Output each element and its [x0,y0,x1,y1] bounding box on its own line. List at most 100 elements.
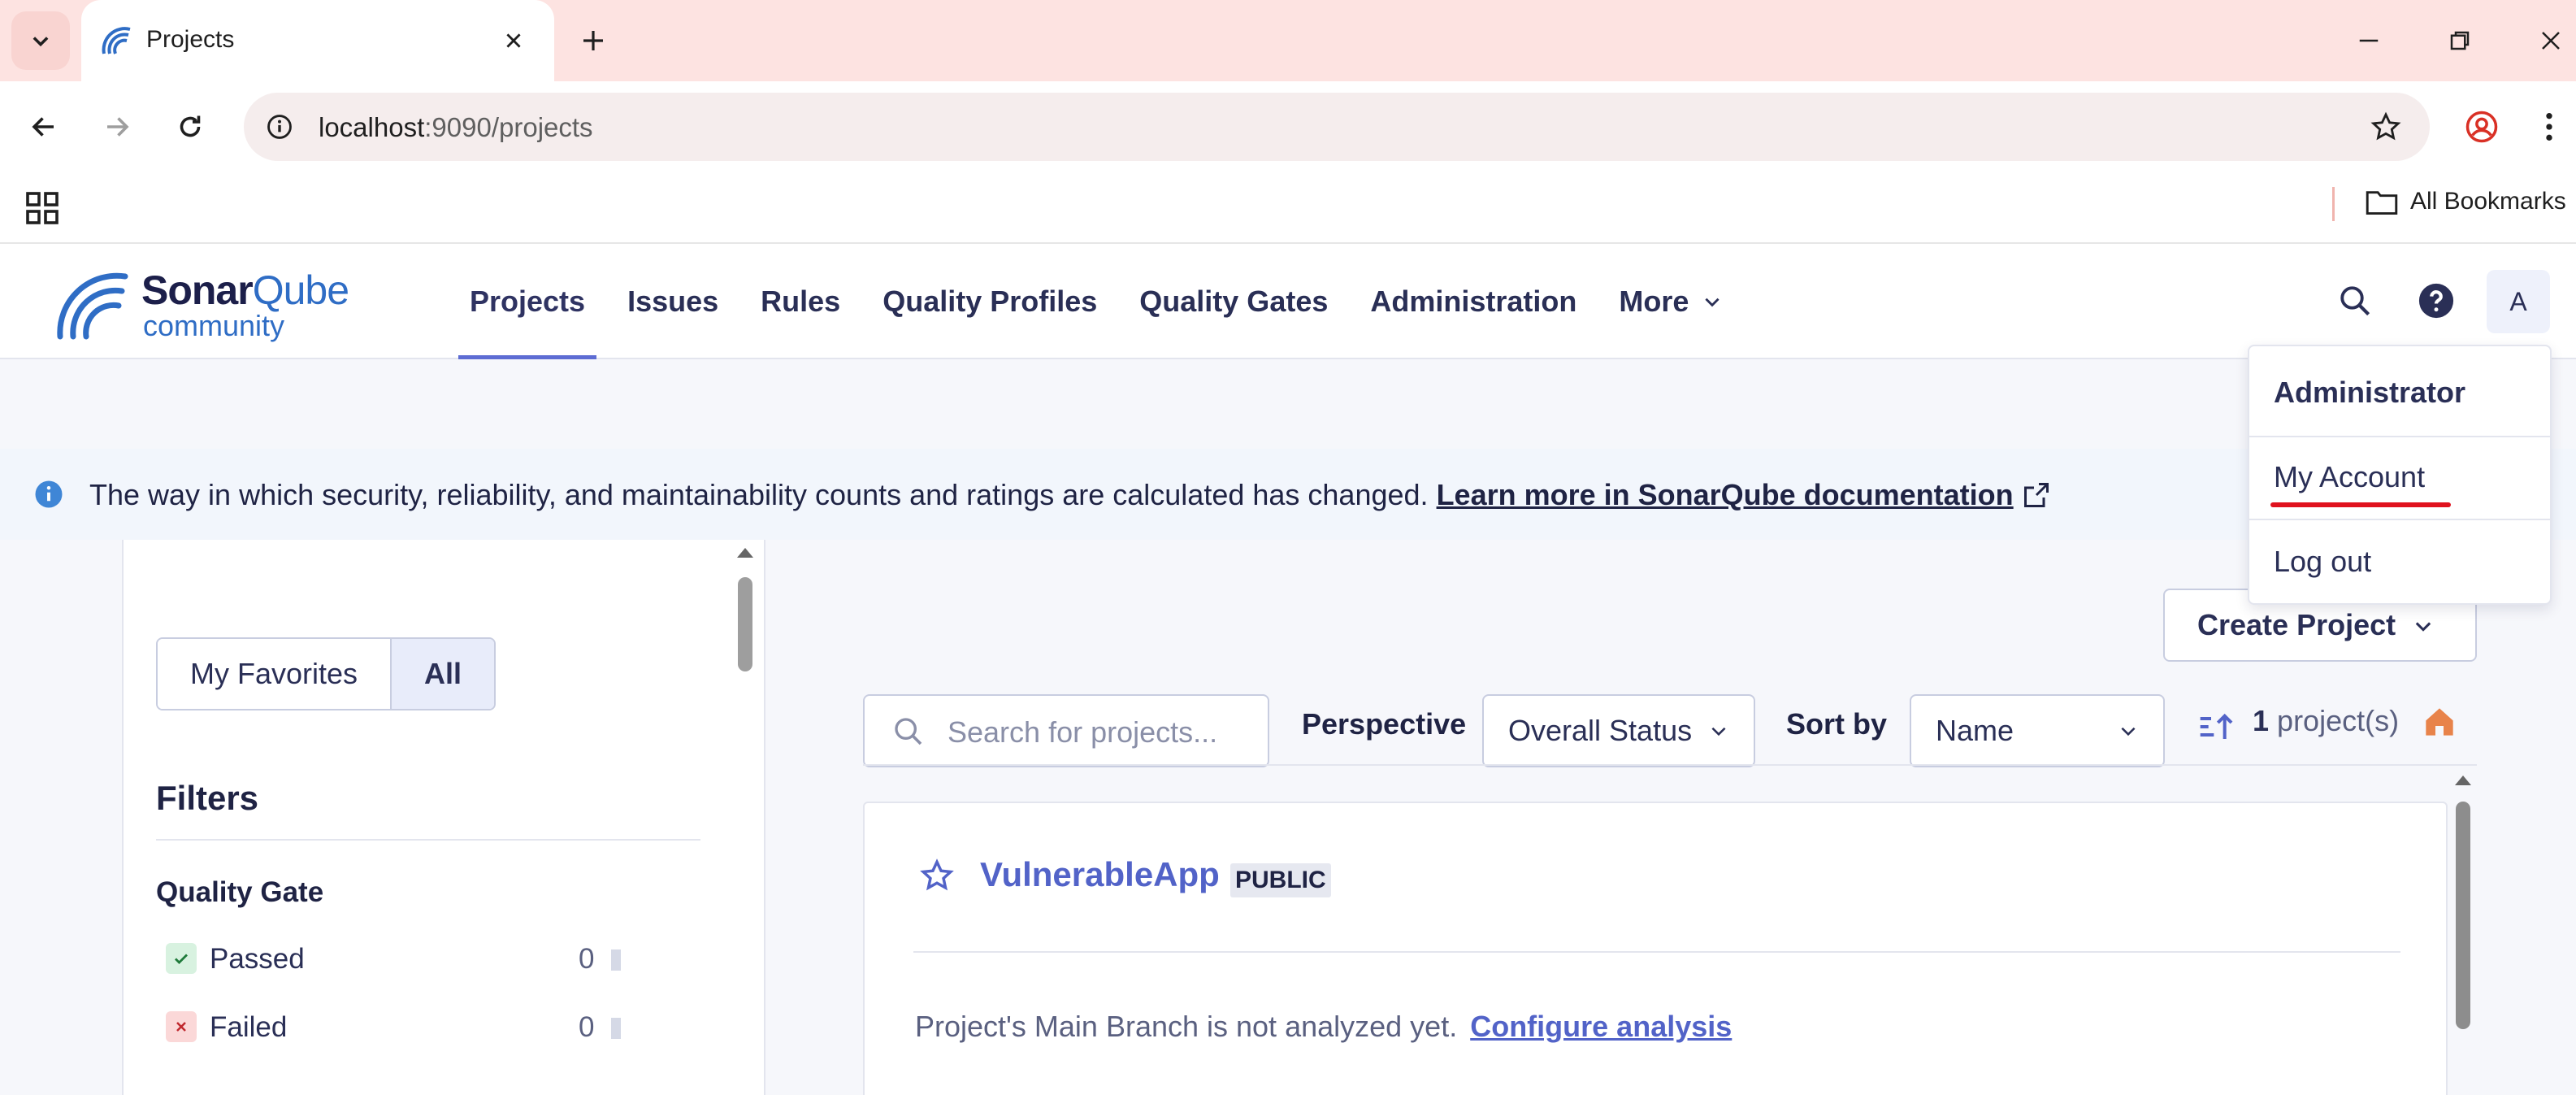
configure-analysis-link[interactable]: Configure analysis [1470,1010,1732,1043]
favorite-star-icon[interactable] [920,858,954,893]
nav-projects[interactable]: Projects [455,246,600,359]
arrow-left-icon [32,117,54,137]
info-icon [35,480,63,508]
sort-ascending-icon[interactable] [2197,710,2233,743]
address-bar[interactable]: localhost:9090/projects [244,93,2430,161]
avatar-initial: A [2509,286,2527,316]
filters-heading: Filters [156,779,259,817]
nav-more[interactable]: More [1604,246,1737,358]
new-tab-button[interactable] [569,20,618,62]
reload-button[interactable] [164,101,216,153]
close-tab-button[interactable] [492,20,535,62]
filter-label: Failed [210,1011,288,1043]
close-icon [506,33,521,48]
apps-grid-icon[interactable] [23,189,62,228]
check-icon [166,943,197,974]
url-text[interactable]: localhost:9090/projects [319,112,593,143]
user-avatar-button[interactable]: A [2487,270,2550,333]
bookmarks-bar: All Bookmarks [0,172,2576,244]
perspective-label: Perspective [1302,707,1467,741]
scrollbar-thumb[interactable] [738,577,752,671]
banner-message: The way in which security, reliability, … [89,478,2051,512]
chevron-down-icon [2415,622,2431,632]
project-name-link[interactable]: VulnerableApp [980,855,1220,894]
scroll-up-arrow-icon[interactable] [2455,776,2471,785]
sort-by-label: Sort by [1786,707,1888,741]
highlight-underline [2270,502,2451,507]
nav-administration[interactable]: Administration [1355,246,1591,358]
divider [2249,519,2550,520]
forward-button[interactable] [91,101,143,153]
chevron-down-icon [1705,298,1720,307]
sonarqube-logo[interactable]: SonarQube community [54,262,395,343]
perspective-value: Overall Status [1508,714,1693,747]
my-favorites-option[interactable]: My Favorites [158,639,391,709]
search-button[interactable] [2324,270,2386,332]
main-scrollbar[interactable] [2451,776,2475,1095]
cross-icon [166,1011,197,1042]
nav-label: Issues [627,285,719,318]
bookmarks-separator [2332,187,2335,221]
chevron-down-icon [33,37,49,47]
divider [863,764,2477,766]
url-path: :9090/projects [424,112,593,142]
brand-name: SonarQube [141,267,349,314]
profile-button[interactable] [2456,101,2508,153]
my-account-menu-item[interactable]: My Account [2274,460,2425,494]
scrollbar-thumb[interactable] [2456,802,2470,1029]
project-status-message: Project's Main Branch is not analyzed ye… [915,1010,1732,1044]
banner-text: The way in which security, reliability, … [89,478,1429,511]
app-header: SonarQube community Projects Issues Rule… [0,246,2576,359]
quality-gate-filter-passed[interactable]: Passed 0 [166,938,637,979]
sort-by-select[interactable]: Name [1910,694,2165,767]
help-button[interactable] [2405,270,2467,332]
chevron-down-icon [2121,727,2136,737]
nav-label: More [1619,285,1689,318]
tab-search-dropdown[interactable] [11,11,70,70]
search-placeholder: Search for projects... [948,715,1218,749]
nav-quality-profiles[interactable]: Quality Profiles [868,246,1112,358]
bookmark-star-button[interactable] [2366,107,2405,146]
minimize-button[interactable] [2340,16,2397,65]
back-button[interactable] [18,101,70,153]
log-out-menu-item[interactable]: Log out [2274,545,2371,579]
search-icon [2340,286,2370,316]
restore-button[interactable] [2431,16,2488,65]
kebab-menu-icon [2546,113,2552,141]
folder-icon [2366,191,2398,215]
profile-icon [2465,111,2498,143]
info-banner: The way in which security, reliability, … [0,449,2576,540]
all-bookmarks-button[interactable]: All Bookmarks [2365,187,2566,216]
divider [913,951,2400,953]
account-dropdown-menu: Administrator My Account Log out [2248,345,2552,605]
filter-count: 0 [579,943,595,975]
brand-sonar: Sonar [141,267,254,313]
project-count-value: 1 [2253,704,2270,737]
learn-more-link[interactable]: Learn more in SonarQube documentation [1437,478,2014,511]
sonarqube-favicon-icon [102,27,131,54]
option-label: My Favorites [190,657,358,690]
site-info-icon[interactable] [260,107,299,146]
sidebar-scrollbar[interactable] [733,548,757,1095]
favorites-toggle: My Favorites All [156,637,497,710]
close-icon [2542,32,2560,50]
nav-quality-gates[interactable]: Quality Gates [1125,246,1342,358]
minimize-icon [2359,39,2379,42]
quality-gate-filter-failed[interactable]: Failed 0 [166,1006,637,1047]
browser-menu-button[interactable] [2529,101,2569,153]
close-window-button[interactable] [2522,16,2576,65]
nav-rules[interactable]: Rules [746,246,855,358]
scroll-up-arrow-icon[interactable] [737,548,753,558]
project-search-input[interactable]: Search for projects... [863,694,1269,767]
browser-tab-projects[interactable]: Projects [81,0,554,81]
filter-count: 0 [579,1011,595,1043]
nav-issues[interactable]: Issues [613,246,733,358]
brand-edition: community [143,309,285,342]
all-option[interactable]: All [390,639,495,709]
nav-label: Quality Gates [1139,285,1329,318]
star-icon [2370,111,2401,141]
home-icon[interactable] [2423,706,2456,738]
perspective-select[interactable]: Overall Status [1482,694,1755,767]
project-count: 1 project(s) [2253,704,2399,738]
main-navigation: Projects Issues Rules Quality Profiles Q… [455,246,1750,359]
